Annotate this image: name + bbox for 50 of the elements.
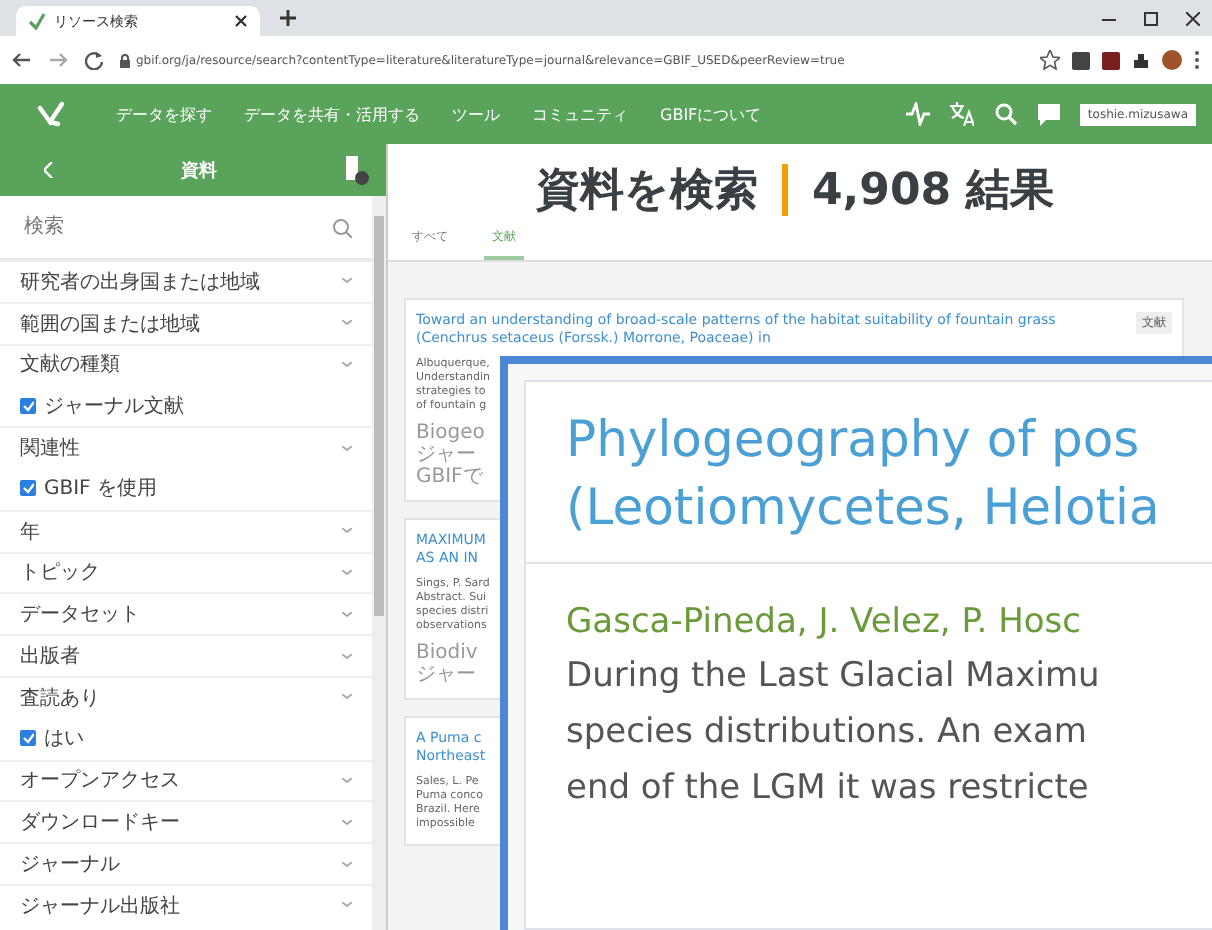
- bookmark-star-icon[interactable]: [1040, 50, 1060, 70]
- filter-option[interactable]: GBIF を使用: [44, 474, 352, 503]
- search-icon[interactable]: [993, 102, 1018, 126]
- search-field[interactable]: 検索: [20, 214, 332, 240]
- checkbox[interactable]: [20, 397, 36, 414]
- result-meta: ジャー: [416, 444, 478, 466]
- result-abstract: During the Last Glacial Maximu: [566, 654, 1102, 700]
- scrollbar[interactable]: [372, 196, 386, 930]
- chevron-icon: [342, 445, 352, 452]
- chevron-icon: [342, 611, 352, 618]
- result-meta: GBIFで: [416, 466, 485, 488]
- new-tab-icon[interactable]: [280, 10, 296, 26]
- chevron-icon: [342, 278, 352, 285]
- page-heading: 資料を検索: [536, 164, 758, 220]
- chevron-icon: [342, 653, 352, 660]
- reload-icon[interactable]: [84, 50, 104, 70]
- result-count: 4,908 結果: [812, 164, 1055, 220]
- close-icon[interactable]: [1186, 11, 1200, 25]
- chevron-icon: [342, 819, 352, 826]
- checkbox[interactable]: [20, 480, 36, 497]
- search-icon[interactable]: [332, 217, 352, 237]
- chevron-icon: [342, 902, 352, 909]
- close-icon[interactable]: [234, 14, 248, 28]
- sidebar-title: 資料: [181, 158, 217, 183]
- checkbox[interactable]: [20, 730, 36, 747]
- filter-option[interactable]: ジャーナル文献: [44, 391, 352, 420]
- lock-icon: [120, 53, 130, 67]
- maximize-icon[interactable]: [1144, 11, 1158, 25]
- chevron-icon: [342, 694, 352, 701]
- translate-icon[interactable]: [949, 102, 974, 126]
- result-meta: Biogeo: [416, 422, 487, 444]
- pulse-icon[interactable]: [905, 102, 930, 126]
- result-abstract: end of the LGM it was restricte: [566, 766, 1091, 812]
- chevron-icon: [342, 320, 352, 327]
- result-abstract: species distributions. An exam: [566, 710, 1089, 756]
- result-meta: Biodiv: [416, 642, 480, 664]
- chevron-icon: [342, 777, 352, 784]
- result-meta: ジャー: [416, 664, 478, 686]
- puzzle-icon[interactable]: [1132, 51, 1150, 69]
- avatar-icon[interactable]: [1162, 50, 1182, 70]
- menu-icon[interactable]: [1194, 50, 1200, 70]
- result-authors: Gasca-Pineda, J. Velez, P. Hosc: [566, 600, 1083, 646]
- chevron-icon: [342, 528, 352, 535]
- back-icon[interactable]: [12, 50, 32, 70]
- document-icon[interactable]: [344, 155, 370, 185]
- filter-option[interactable]: はい: [44, 724, 352, 753]
- chevron-icon: [342, 569, 352, 576]
- feedback-icon[interactable]: [1037, 103, 1060, 125]
- chevron-icon: [342, 861, 352, 868]
- chevron-icon: [342, 361, 352, 368]
